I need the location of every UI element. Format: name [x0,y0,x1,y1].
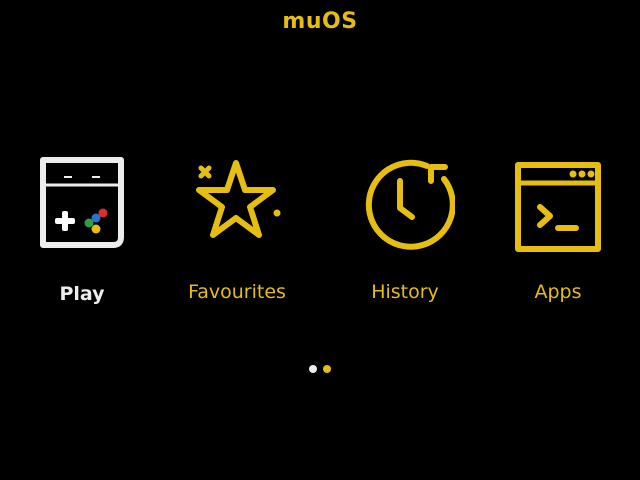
page-dot-2[interactable] [323,365,331,373]
menu-item-favourites-label: Favourites [188,281,286,303]
menu-item-play[interactable]: Play [7,155,157,315]
terminal-window-icon [515,162,601,252]
page-indicator [308,365,334,374]
menu-item-play-label: Play [59,283,105,305]
page-dot-1[interactable] [309,365,317,373]
menu-item-favourites[interactable]: Favourites [162,155,312,315]
handheld-console-icon [40,157,124,248]
app-title: muOS [282,9,358,34]
menu-item-apps-label: Apps [534,281,582,303]
menu-item-apps[interactable]: Apps [483,155,633,315]
menu-item-history[interactable]: History [330,155,480,315]
history-clock-icon [365,159,455,250]
menu-item-history-label: History [371,281,439,303]
star-icon [196,160,281,238]
